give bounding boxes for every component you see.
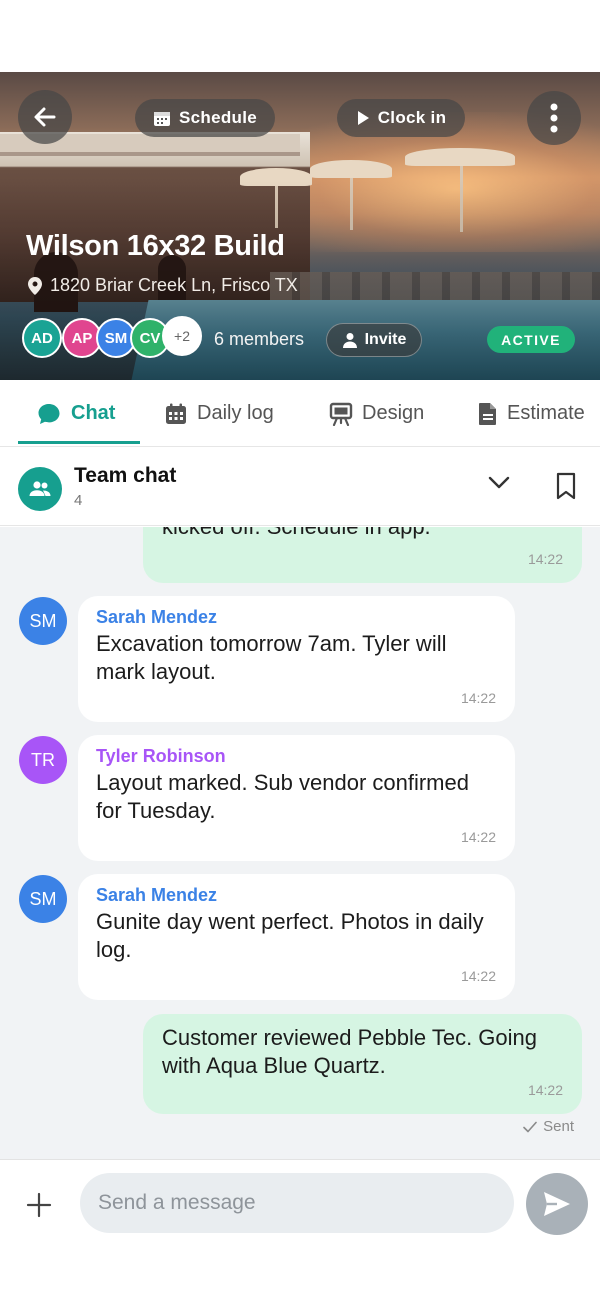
easel-icon bbox=[329, 402, 353, 426]
arrow-left-icon bbox=[34, 107, 56, 127]
message-input[interactable] bbox=[80, 1173, 514, 1233]
bookmark-icon[interactable] bbox=[555, 472, 577, 500]
project-address[interactable]: 1820 Briar Creek Ln, Frisco TX bbox=[28, 275, 298, 296]
message-sender: Tyler Robinson bbox=[96, 746, 226, 766]
group-icon bbox=[18, 467, 62, 511]
member-avatars[interactable]: AD AP SM CV +2 bbox=[22, 316, 212, 358]
chat-bubble-icon bbox=[38, 403, 60, 424]
message-sender: Sarah Mendez bbox=[96, 885, 218, 905]
project-title: Wilson 16x32 Build bbox=[26, 230, 285, 262]
message-time: 14:22 bbox=[460, 829, 496, 845]
calendar-icon bbox=[154, 112, 170, 126]
avatar[interactable]: SM bbox=[19, 597, 67, 645]
project-hero: Schedule Clock in Wilson 16x32 Build 182… bbox=[0, 72, 600, 380]
message-time: 14:22 bbox=[460, 968, 496, 984]
clock-in-button[interactable]: Clock in bbox=[337, 99, 465, 137]
chat-title[interactable]: Team chat bbox=[74, 464, 176, 488]
tab-chat-label: Chat bbox=[71, 402, 116, 424]
hero-photo-umbrella bbox=[405, 148, 515, 166]
calendar-icon bbox=[166, 403, 186, 424]
more-options-button[interactable] bbox=[527, 91, 581, 145]
tab-chat[interactable]: Chat bbox=[36, 380, 116, 446]
document-icon bbox=[479, 402, 496, 425]
invite-button[interactable]: Invite bbox=[326, 323, 422, 357]
message-text: kicked off. Schedule in app. bbox=[162, 527, 563, 541]
message-text: Customer reviewed Pebble Tec. Going with… bbox=[162, 1025, 538, 1078]
tab-estimate[interactable]: Estimate bbox=[478, 380, 585, 446]
location-pin-icon bbox=[28, 276, 42, 295]
message-time: 14:22 bbox=[527, 551, 563, 567]
avatar: AD bbox=[22, 318, 62, 358]
status-badge: ACTIVE bbox=[487, 326, 575, 353]
hero-photo-umbrella bbox=[310, 160, 392, 178]
chevron-down-icon[interactable] bbox=[488, 476, 510, 490]
tab-daily-log[interactable]: Daily log bbox=[164, 380, 274, 446]
plus-icon[interactable] bbox=[24, 1190, 54, 1220]
message-text: Gunite day went perfect. Photos in daily… bbox=[96, 909, 484, 962]
project-tabs: Chat Daily log Design Estimate bbox=[0, 380, 600, 447]
delivery-status: Sent bbox=[523, 1118, 574, 1135]
group-icon-glyph bbox=[29, 481, 51, 496]
clock-in-label: Clock in bbox=[377, 108, 447, 127]
tab-daily-log-label: Daily log bbox=[197, 402, 274, 424]
message-text: Layout marked. Sub vendor confirmed for … bbox=[96, 770, 469, 823]
message-list[interactable]: kicked off. Schedule in app. 14:22 SM Sa… bbox=[0, 527, 600, 1159]
message-bubble-incoming[interactable]: Tyler Robinson Layout marked. Sub vendor… bbox=[78, 735, 515, 861]
message-sender: Sarah Mendez bbox=[96, 607, 218, 627]
play-icon bbox=[357, 111, 369, 125]
message-composer bbox=[0, 1159, 600, 1249]
chat-header: Team chat 4 bbox=[0, 448, 600, 526]
more-vertical-icon bbox=[550, 103, 558, 133]
tab-design[interactable]: Design bbox=[329, 380, 425, 446]
sent-label: Sent bbox=[543, 1118, 574, 1135]
avatar-overflow-count: +2 bbox=[162, 316, 202, 356]
active-tab-indicator bbox=[18, 441, 140, 444]
send-icon bbox=[544, 1192, 570, 1216]
check-icon bbox=[523, 1121, 537, 1132]
chat-member-count: 4 bbox=[74, 492, 83, 509]
message-text: Excavation tomorrow 7am. Tyler will mark… bbox=[96, 631, 447, 684]
message-bubble-incoming[interactable]: Sarah Mendez Excavation tomorrow 7am. Ty… bbox=[78, 596, 515, 722]
address-text: 1820 Briar Creek Ln, Frisco TX bbox=[50, 275, 298, 295]
message-time: 14:22 bbox=[527, 1082, 563, 1098]
invite-label: Invite bbox=[364, 331, 407, 348]
person-icon bbox=[342, 333, 357, 348]
message-bubble-outgoing[interactable]: kicked off. Schedule in app. 14:22 bbox=[143, 527, 582, 583]
schedule-button[interactable]: Schedule bbox=[135, 99, 275, 137]
tab-estimate-label: Estimate bbox=[507, 402, 585, 424]
members-count[interactable]: 6 members bbox=[214, 329, 304, 350]
avatar[interactable]: SM bbox=[19, 875, 67, 923]
message-time: 14:22 bbox=[460, 690, 496, 706]
back-button[interactable] bbox=[18, 90, 72, 144]
avatar[interactable]: TR bbox=[19, 736, 67, 784]
message-bubble-outgoing[interactable]: Customer reviewed Pebble Tec. Going with… bbox=[143, 1014, 582, 1114]
schedule-label: Schedule bbox=[179, 108, 257, 127]
send-button[interactable] bbox=[526, 1173, 588, 1235]
tab-design-label: Design bbox=[362, 402, 425, 424]
message-bubble-incoming[interactable]: Sarah Mendez Gunite day went perfect. Ph… bbox=[78, 874, 515, 1000]
